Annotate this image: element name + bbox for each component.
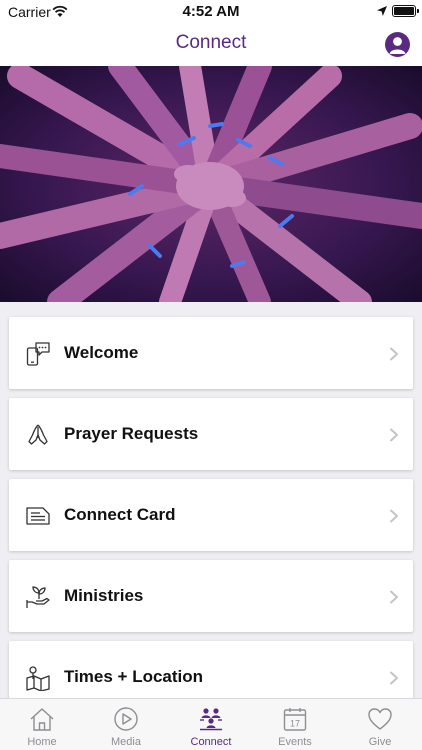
tab-label: Events (278, 736, 312, 748)
phone-chat-icon (26, 342, 50, 366)
people-icon (200, 708, 222, 731)
hands-together-photo (0, 66, 422, 302)
tab-home[interactable]: Home (0, 699, 84, 750)
tab-label: Connect (190, 736, 232, 748)
user-icon (389, 37, 406, 54)
page-title: Connect (175, 32, 247, 53)
praying-hands-icon (28, 424, 48, 445)
tab-label: Media (111, 736, 141, 748)
tab-label: Give (368, 736, 392, 748)
ministries-row[interactable]: Ministries (9, 560, 413, 632)
location-arrow-icon (377, 6, 387, 16)
tab-bar: Home Media Connect 17 Events Give (0, 698, 422, 750)
hero-image (0, 66, 422, 302)
chevron-right-icon (390, 671, 398, 685)
chevron-right-icon (390, 509, 398, 523)
card-icon (26, 507, 50, 525)
menu-item-label: Times + Location (64, 667, 204, 686)
battery-icon (392, 5, 419, 17)
map-pin-icon (26, 666, 50, 691)
chevron-right-icon (390, 590, 398, 604)
connect-card-row[interactable]: Connect Card (9, 479, 413, 551)
menu-item-label: Connect Card (64, 505, 176, 524)
tab-media[interactable]: Media (84, 699, 168, 750)
menu-item-label: Welcome (64, 343, 139, 362)
tab-connect[interactable]: Connect (169, 699, 253, 750)
menu-item-label: Prayer Requests (64, 424, 199, 443)
nav-bar: Connect (0, 24, 422, 66)
tab-events[interactable]: 17 Events (253, 699, 337, 750)
tab-give[interactable]: Give (338, 699, 422, 750)
status-bar: Carrier 4:52 AM (0, 0, 422, 24)
home-icon (30, 708, 54, 731)
plant-hand-icon (26, 586, 50, 608)
chevron-right-icon (390, 428, 398, 442)
calendar-day: 17 (290, 719, 300, 729)
prayer-requests-row[interactable]: Prayer Requests (9, 398, 413, 470)
welcome-row[interactable]: Welcome (9, 317, 413, 389)
times-location-row[interactable]: Times + Location (9, 641, 413, 698)
status-time: 4:52 AM (182, 3, 240, 20)
heart-icon (368, 708, 392, 730)
profile-button[interactable] (385, 32, 410, 57)
tab-label: Home (27, 736, 57, 748)
play-icon (114, 707, 138, 731)
chevron-right-icon (390, 347, 398, 361)
connect-menu-list: Welcome Prayer Requests Connect Card Min… (0, 302, 422, 698)
menu-item-label: Ministries (64, 586, 144, 605)
calendar-icon: 17 (283, 708, 307, 731)
